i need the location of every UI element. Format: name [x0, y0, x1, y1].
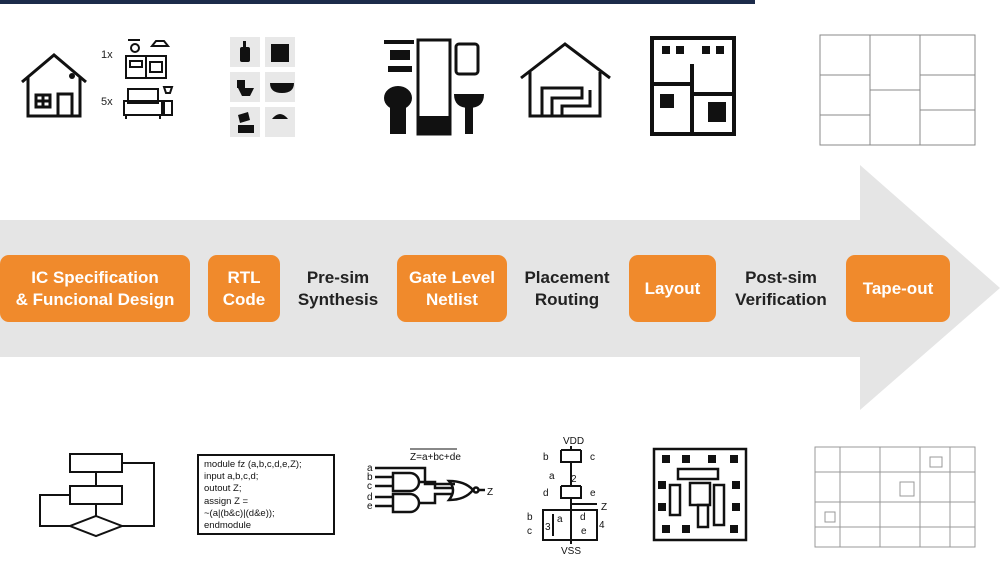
transistor-label: b	[543, 452, 549, 463]
step-post-sim-verification: Post-sim Verification	[726, 255, 836, 322]
code-line: outout Z;	[204, 483, 242, 495]
floor-plan-icon	[650, 36, 736, 136]
input-label: c	[367, 481, 372, 492]
transistor-label: 3	[545, 522, 551, 533]
step-label: Pre-sim	[306, 267, 370, 287]
transistor-label: b	[527, 512, 533, 523]
step-label: Placement	[524, 267, 610, 287]
code-line: endmodule	[204, 520, 252, 532]
transistor-label: d	[580, 512, 586, 523]
code-line: assign Z =	[204, 495, 249, 507]
step-label: Synthesis	[297, 289, 379, 309]
transistor-label: c	[527, 526, 532, 537]
step-label: Netlist	[426, 289, 478, 309]
transistor-label: d	[543, 488, 549, 499]
step-label: Gate Level	[409, 267, 495, 287]
transistor-label: 4	[599, 520, 605, 531]
transistor-label: Z	[601, 502, 607, 513]
step-label: Verification	[735, 289, 827, 309]
input-label: e	[367, 501, 373, 512]
kitchen-count: 1x	[101, 49, 113, 61]
step-label: Layout	[644, 278, 701, 298]
bedroom-count: 5x	[101, 96, 113, 108]
rtl-code-block: module fz (a,b,c,d,e,Z); input a,b,c,d; …	[197, 454, 335, 535]
step-placement-routing: Placement Routing	[515, 255, 619, 322]
transistor-label: a	[557, 514, 563, 525]
step-tape-out: Tape-out	[846, 255, 950, 322]
transistor-label: e	[581, 526, 587, 537]
step-label: Routing	[534, 289, 600, 309]
step-rtl-code: RTL Code	[208, 255, 280, 322]
flowchart-icon	[39, 453, 155, 538]
step-ic-specification: IC Specification & Funcional Design	[0, 255, 190, 322]
gate-equation: Z=a+bc+de	[410, 452, 461, 463]
cmos-transistor-diagram: VDD VSS b c a 2 d e Z b c 3 a d e 4	[527, 436, 607, 557]
step-pre-sim-synthesis: Pre-sim Synthesis	[290, 255, 386, 322]
vdd-label: VDD	[563, 436, 584, 447]
house-plumbing-icon	[520, 42, 611, 118]
vss-label: VSS	[561, 546, 581, 557]
bathroom-icon	[384, 38, 484, 136]
step-label: IC Specification	[31, 267, 159, 287]
step-label: RTL	[227, 267, 261, 287]
house-blueprint-image	[819, 34, 976, 146]
output-label: Z	[487, 487, 493, 498]
transistor-label: e	[590, 488, 596, 499]
transistor-label: a	[549, 471, 555, 482]
chip-layout-icon	[652, 447, 748, 542]
step-label: & Funcional Design	[15, 289, 175, 309]
bathroom-items-icon	[230, 37, 295, 137]
logic-gate-diagram: Z=a+bc+de a b c d e Z	[367, 448, 493, 514]
circuit-schematic-image	[814, 446, 976, 548]
step-gate-level-netlist: Gate Level Netlist	[397, 255, 507, 322]
bed-icon	[123, 86, 174, 119]
code-line: module fz (a,b,c,d,e,Z);	[204, 459, 302, 470]
house-icon	[21, 53, 87, 118]
step-label: Code	[222, 289, 266, 309]
code-line: ~(a|(b&c)|(d&e));	[204, 507, 275, 519]
code-line: input a,b,c,d;	[204, 471, 259, 483]
transistor-label: c	[590, 452, 595, 463]
step-label: Tape-out	[862, 278, 934, 298]
kitchen-icon	[125, 39, 171, 79]
step-layout: Layout	[629, 255, 716, 322]
step-label: Post-sim	[745, 267, 817, 287]
